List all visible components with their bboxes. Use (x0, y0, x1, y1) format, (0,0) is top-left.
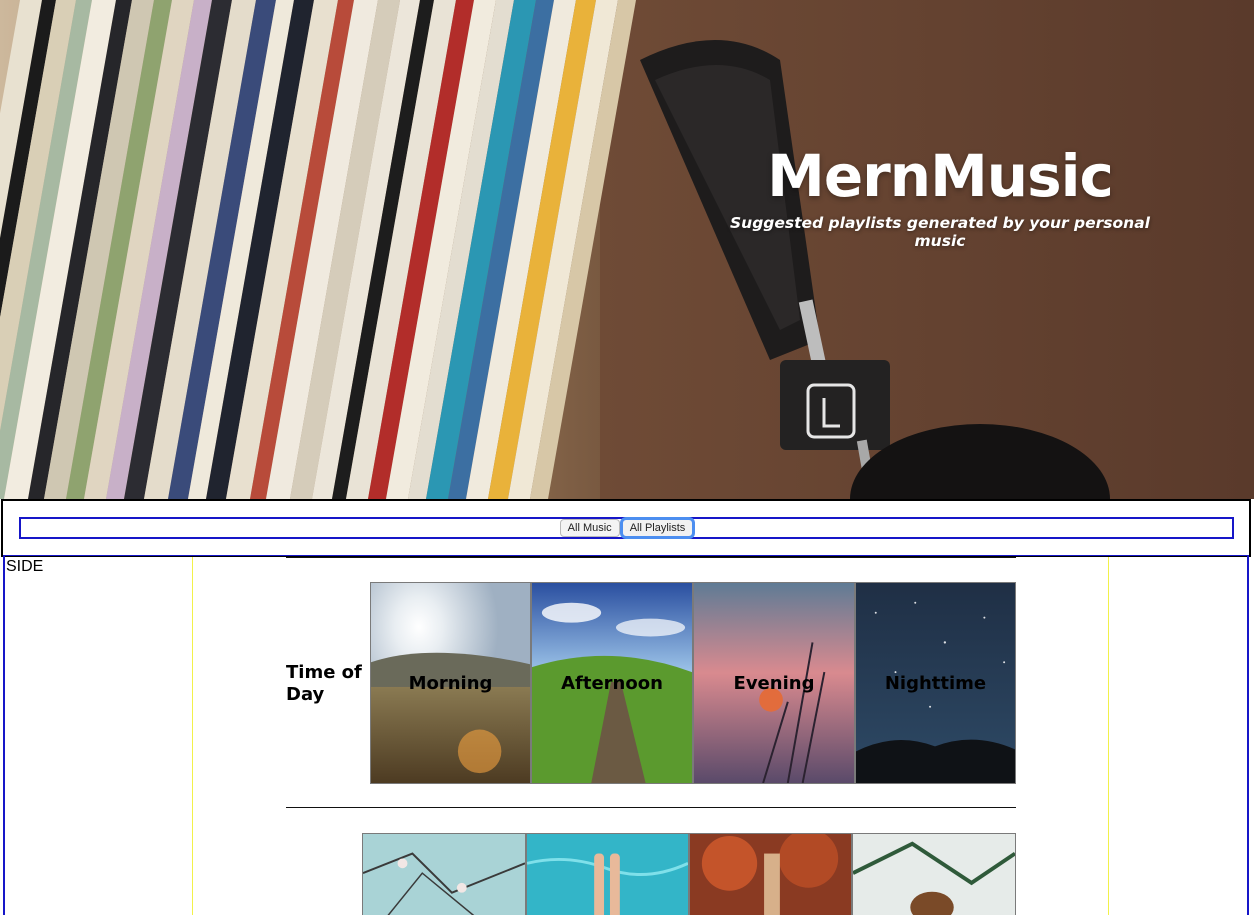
hero-banner: MernMusic Suggested playlists generated … (0, 0, 1254, 499)
playlist-tile-evening[interactable]: Evening (693, 582, 855, 784)
playlist-tile-autumn[interactable] (689, 833, 852, 915)
nav-button-group: All Music All Playlists (19, 517, 1234, 539)
all-music-button[interactable]: All Music (559, 519, 620, 537)
sidebar-label: SIDE (6, 558, 44, 575)
nav-bar: All Music All Playlists (1, 499, 1251, 557)
playlist-tile-winter[interactable] (852, 833, 1016, 915)
all-playlists-button[interactable]: All Playlists (621, 519, 694, 537)
playlist-tile-spring[interactable] (362, 833, 526, 915)
autumn-forest-image (690, 834, 851, 915)
section-divider (286, 557, 1016, 558)
playlist-tile-nighttime[interactable]: Nighttime (855, 582, 1016, 784)
tile-label: Nighttime (884, 672, 987, 694)
summer-pool-image (527, 834, 688, 915)
app-title: MernMusic (767, 142, 1114, 210)
spring-blossom-image (363, 834, 525, 915)
playlist-tile-morning[interactable]: Morning (370, 582, 531, 784)
winter-pinecone-image (853, 834, 1015, 915)
layout-guide-right (1108, 557, 1109, 915)
tile-label: Morning (408, 672, 493, 694)
app-subtitle: Suggested playlists generated by your pe… (730, 214, 1150, 250)
playlist-tile-summer[interactable] (526, 833, 689, 915)
tile-label: Evening (733, 672, 815, 694)
playlist-tile-afternoon[interactable]: Afternoon (531, 582, 693, 784)
layout-guide-left (192, 557, 193, 915)
tile-label: Afternoon (561, 672, 663, 694)
section-title-time-of-day: Time of Day (286, 662, 362, 705)
section-divider (286, 807, 1016, 808)
